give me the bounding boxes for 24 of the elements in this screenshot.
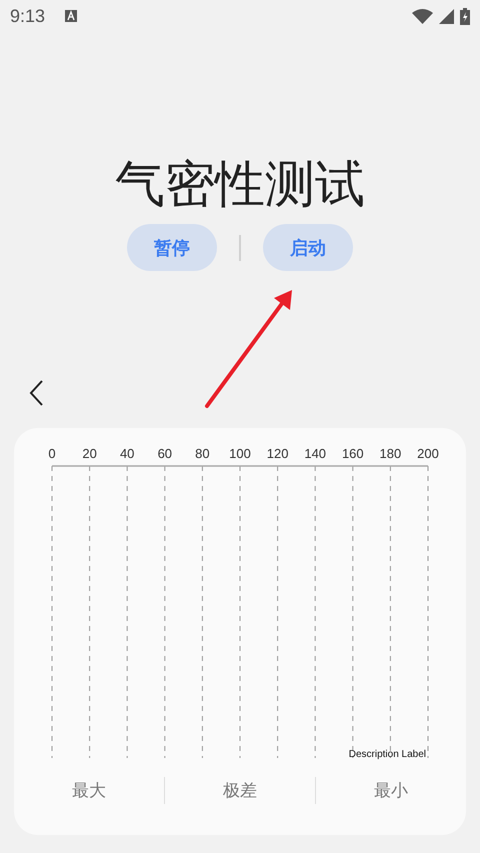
back-icon[interactable] <box>28 379 44 407</box>
axis-tick-label: 60 <box>158 446 172 461</box>
wifi-icon <box>412 8 433 24</box>
axis-tick-label: 80 <box>195 446 210 461</box>
axis-tick-label: 100 <box>229 446 251 461</box>
battery-icon <box>460 8 470 24</box>
signal-icon <box>439 8 454 24</box>
notification-icon <box>65 10 78 22</box>
status-time: 9:13 <box>10 6 46 26</box>
start-button[interactable]: 启动 <box>263 224 353 271</box>
description-label: Description Label <box>348 749 426 760</box>
axis-tick-label: 40 <box>120 446 134 461</box>
pause-button[interactable]: 暂停 <box>127 224 217 271</box>
stat-label: 极差 <box>222 780 258 802</box>
axis-tick-label: 200 <box>417 446 439 461</box>
axis-tick-label: 20 <box>82 446 97 461</box>
stat-label: 最大 <box>71 780 107 802</box>
axis-tick-label: 120 <box>266 446 288 461</box>
stat-label: 最小 <box>373 780 409 802</box>
axis-tick-label: 160 <box>342 446 364 461</box>
axis-tick-label: 0 <box>48 446 56 461</box>
page-title: 气密性测试 <box>115 154 365 215</box>
axis-tick-label: 140 <box>304 446 326 461</box>
axis-tick-label: 180 <box>380 446 402 461</box>
